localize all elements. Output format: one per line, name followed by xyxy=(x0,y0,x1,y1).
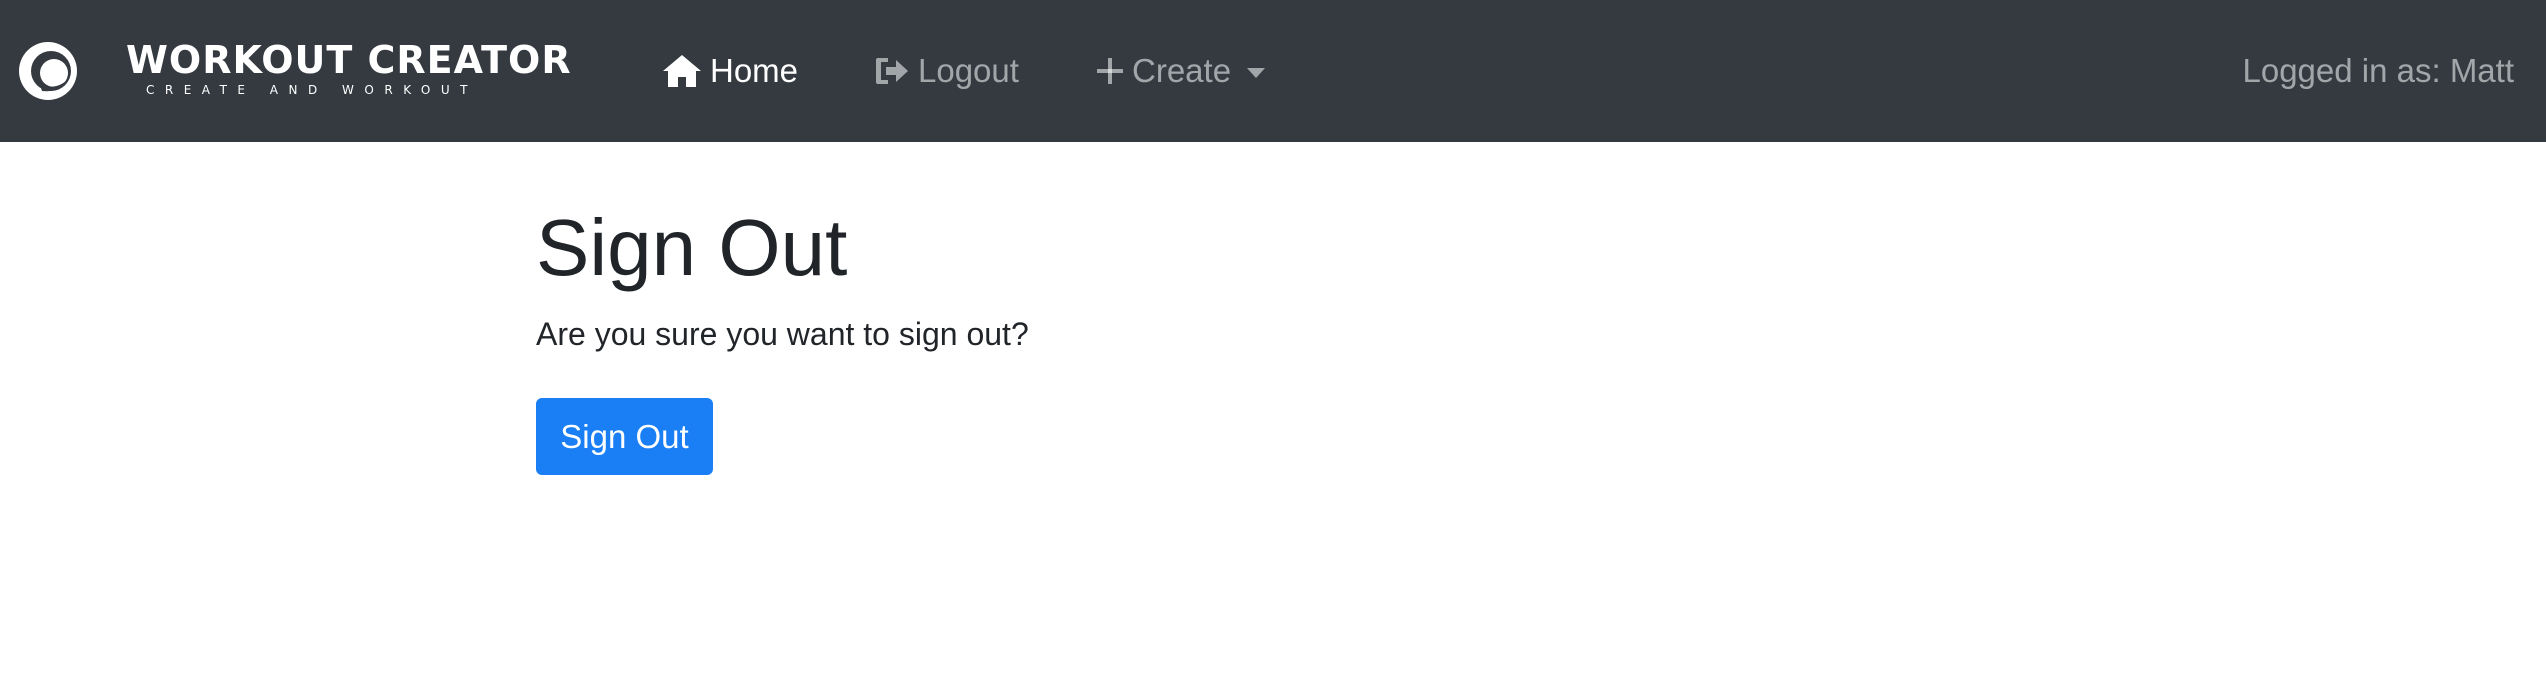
top-navbar: WORKOUT CREATOR CREATE AND WORKOUT Home … xyxy=(0,0,2546,142)
sign-out-button[interactable]: Sign Out xyxy=(536,398,713,475)
chevron-down-icon xyxy=(1247,68,1266,78)
nav-home-label: Home xyxy=(710,52,799,89)
nav-home[interactable]: Home xyxy=(662,46,798,96)
brand-subtitle: CREATE AND WORKOUT xyxy=(146,83,478,97)
plus-icon xyxy=(1097,58,1123,84)
main-content: Sign Out Are you sure you want to sign o… xyxy=(536,200,1029,475)
brand[interactable]: WORKOUT CREATOR CREATE AND WORKOUT xyxy=(18,36,571,106)
page-title: Sign Out xyxy=(536,203,848,292)
brand-text: WORKOUT CREATOR CREATE AND WORKOUT xyxy=(126,38,572,98)
nav-logout-label: Logout xyxy=(918,52,1019,89)
home-icon xyxy=(663,55,701,87)
nav-logout[interactable]: Logout xyxy=(874,46,1019,96)
logged-in-user: Logged in as: Matt xyxy=(2242,52,2514,89)
swirl-logo-icon xyxy=(19,42,77,100)
nav-create-dropdown[interactable]: Create xyxy=(1096,46,1266,96)
nav-create-label: Create xyxy=(1132,52,1232,89)
brand-title: WORKOUT CREATOR xyxy=(126,38,572,82)
sign-out-icon xyxy=(876,58,908,84)
confirm-message: Are you sure you want to sign out? xyxy=(536,316,1029,352)
